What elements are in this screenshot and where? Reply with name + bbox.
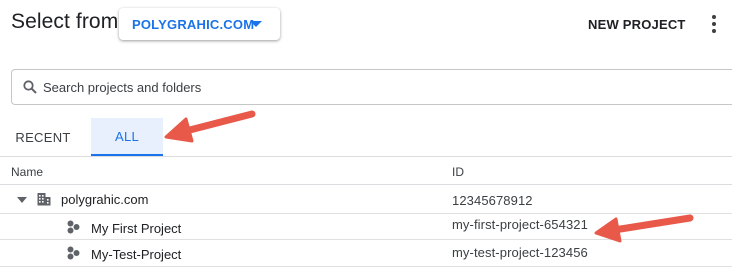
project-hexagon-icon [67, 246, 80, 260]
table-row[interactable]: My First Project my-first-project-654321 [0, 214, 732, 240]
row-name[interactable]: My-Test-Project [91, 247, 181, 262]
organization-select-label: POLYGRAHIC.COM [132, 16, 255, 32]
row-id: my-first-project-654321 [452, 217, 588, 232]
tab-bar: RECENT ALL [0, 118, 732, 156]
organization-select[interactable]: POLYGRAHIC.COM [119, 8, 280, 40]
search-icon [23, 80, 37, 94]
tab-recent[interactable]: RECENT [0, 118, 86, 156]
row-name[interactable]: polygrahic.com [61, 192, 148, 207]
dialog-title: Select from [11, 10, 119, 33]
table-header: Name ID [0, 156, 732, 185]
row-id: my-test-project-123456 [452, 245, 588, 260]
dialog-header: Select from POLYGRAHIC.COM NEW PROJECT [0, 0, 732, 50]
column-header-name: Name [11, 165, 44, 179]
project-hexagon-icon [67, 220, 80, 234]
tab-all[interactable]: ALL [91, 118, 163, 156]
expand-caret-icon[interactable] [17, 197, 27, 203]
row-name[interactable]: My First Project [91, 221, 181, 236]
table-row[interactable]: polygrahic.com 12345678912 [0, 185, 732, 214]
more-vert-icon[interactable] [704, 12, 724, 36]
search-input[interactable] [42, 70, 722, 104]
table-row[interactable]: My-Test-Project my-test-project-123456 [0, 240, 732, 267]
row-id: 12345678912 [452, 193, 533, 208]
column-header-id: ID [452, 165, 464, 179]
caret-down-icon [250, 21, 262, 27]
search-box [11, 69, 732, 105]
building-icon [37, 193, 51, 206]
new-project-button[interactable]: NEW PROJECT [580, 10, 694, 38]
